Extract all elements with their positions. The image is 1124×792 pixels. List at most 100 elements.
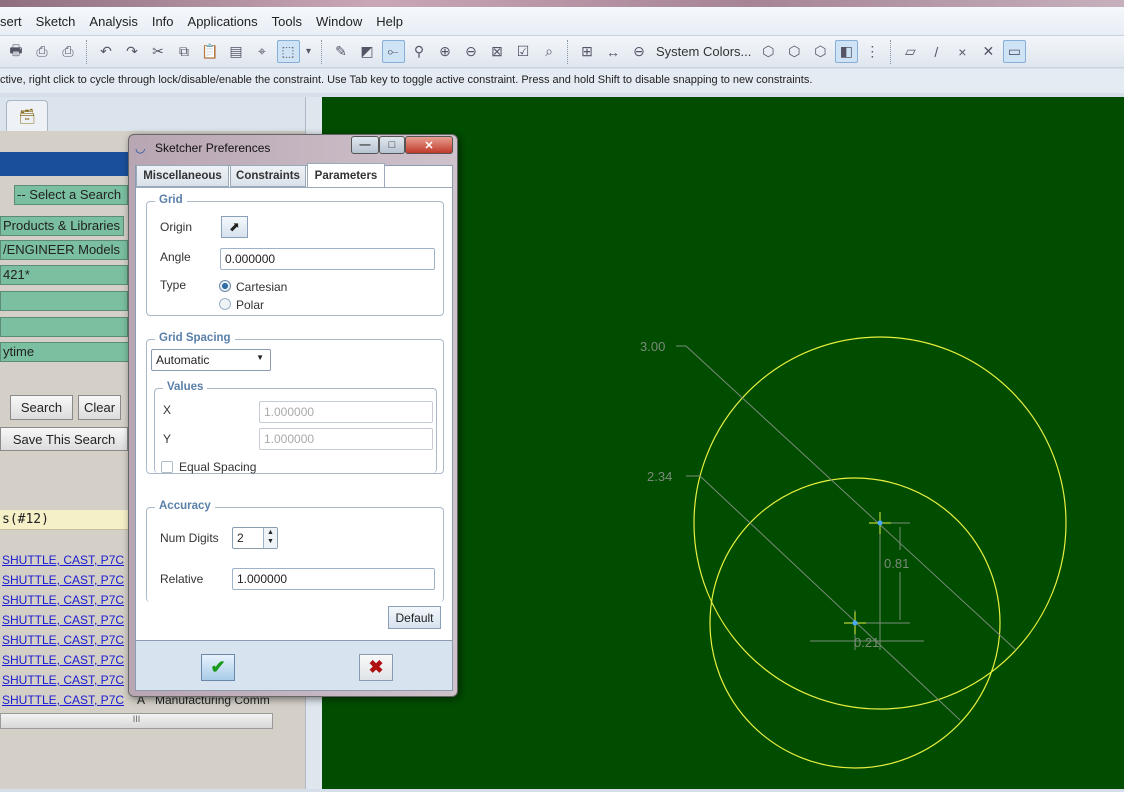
grid-spacing-select[interactable]: Automatic ▼ [151, 349, 271, 371]
cancel-button[interactable]: ✖ [359, 654, 393, 681]
csys-icon[interactable]: ✕ [977, 40, 1000, 63]
horizontal-scrollbar[interactable]: III [0, 713, 273, 729]
windows-icon[interactable]: ☑ [512, 40, 535, 63]
clear-button[interactable]: Clear [78, 395, 121, 420]
message-bar: ctive, right click to cycle through lock… [0, 69, 1124, 93]
menu-sert[interactable]: sert [0, 14, 29, 29]
spinner-arrows-icon[interactable]: ▲ ▼ [263, 528, 277, 548]
cartesian-label: Cartesian [236, 280, 288, 294]
search-field-3[interactable]: 421* [0, 265, 128, 285]
maximize-button[interactable]: □ [379, 136, 405, 154]
ok-button[interactable]: ✔ [201, 654, 235, 681]
dimension-icon[interactable]: ↔ [602, 40, 625, 63]
search-button[interactable]: Search [10, 395, 73, 420]
polar-radio[interactable] [219, 298, 231, 310]
num-digits-value: 2 [237, 531, 244, 545]
datum-axis-icon[interactable]: / [925, 40, 948, 63]
time-select[interactable]: ytime [0, 342, 130, 362]
wireframe-icon[interactable]: ⬡ [757, 40, 780, 63]
search-field-2[interactable]: /ENGINEER Models [0, 240, 128, 260]
dimension-horizontal[interactable]: 0.21 [854, 635, 879, 650]
num-digits-spinner[interactable]: 2 ▲ ▼ [232, 527, 278, 549]
diameter-dimension-line-small[interactable] [699, 475, 961, 721]
select-box-icon[interactable]: ⬚ [276, 40, 300, 63]
grid-group: Grid Origin ⬈ Angle 0.000000 Type Cartes… [146, 194, 444, 316]
zoom-in-icon[interactable]: ⊕ [434, 40, 457, 63]
tab-miscellaneous[interactable]: Miscellaneous [136, 165, 229, 187]
menu-window[interactable]: Window [309, 14, 369, 29]
datum-plane-icon[interactable]: ▱ [899, 40, 922, 63]
menu-sketch[interactable]: Sketch [29, 14, 83, 29]
relative-input[interactable]: 1.000000 [232, 568, 435, 590]
result-link[interactable]: SHUTTLE, CAST, P7C [2, 673, 124, 687]
cut-icon[interactable]: ✂ [147, 40, 170, 63]
angle-input[interactable]: 0.000000 [220, 248, 435, 270]
result-link[interactable]: SHUTTLE, CAST, P7C [2, 573, 124, 587]
print-preview-icon[interactable]: ⎙ [57, 40, 80, 63]
datum-point-icon[interactable]: × [951, 40, 974, 63]
cartesian-radio[interactable] [219, 280, 231, 292]
save-search-button[interactable]: Save This Search [0, 427, 128, 451]
zoom-window-icon[interactable]: ⌕ [538, 40, 561, 63]
search-field-4[interactable] [0, 291, 128, 311]
dimension-vertical[interactable]: 0.81 [884, 556, 909, 571]
y-spacing-input[interactable]: 1.000000 [259, 428, 433, 450]
redo-icon[interactable]: ↷ [121, 40, 144, 63]
find-constraints-icon[interactable]: ⚲ [408, 40, 431, 63]
constraint-icon[interactable]: ⟜ [381, 40, 405, 63]
tree-icon[interactable]: ⋮ [861, 40, 884, 63]
result-link[interactable]: SHUTTLE, CAST, P7C [2, 653, 124, 667]
hidden-line-icon[interactable]: ⬡ [783, 40, 806, 63]
result-link[interactable]: SHUTTLE, CAST, P7C [2, 693, 124, 707]
grid-group-title: Grid [155, 194, 187, 206]
close-button[interactable]: ✕ [405, 136, 453, 154]
type-label: Type [160, 278, 187, 292]
no-hidden-icon[interactable]: ⬡ [809, 40, 832, 63]
equal-spacing-checkbox[interactable] [161, 461, 173, 473]
menu-analysis[interactable]: Analysis [82, 14, 144, 29]
default-button[interactable]: Default [388, 606, 441, 629]
search-field-0[interactable]: -- Select a Search [14, 185, 128, 205]
refit-icon[interactable]: ⊠ [486, 40, 509, 63]
origin-pick-button[interactable]: ⬈ [221, 216, 248, 238]
system-colors-button[interactable]: System Colors... [656, 44, 751, 59]
result-link[interactable]: SHUTTLE, CAST, P7C [2, 613, 124, 627]
menu-info[interactable]: Info [145, 14, 181, 29]
paste-special-icon[interactable]: ▤ [225, 40, 248, 63]
copy-icon[interactable]: ⧉ [173, 40, 196, 63]
result-link[interactable]: SHUTTLE, CAST, P7C [2, 593, 124, 607]
result-link[interactable]: SHUTTLE, CAST, P7C [2, 633, 124, 647]
sketch-view-icon[interactable]: ◩ [356, 40, 379, 63]
zoom-out-icon[interactable]: ⊖ [460, 40, 483, 63]
cursor-arrow-icon: ⬈ [229, 219, 240, 234]
dimension-large-diameter[interactable]: 3.00 [640, 339, 665, 354]
dimension-small-diameter[interactable]: 2.34 [647, 469, 672, 484]
annotation-icon[interactable]: ▭ [1002, 40, 1026, 63]
tab-constraints[interactable]: Constraints [230, 165, 306, 187]
menu-help[interactable]: Help [369, 14, 410, 29]
undo-icon[interactable]: ↶ [95, 40, 118, 63]
tab-search-tool[interactable]: 🗃 [6, 100, 48, 131]
result-link[interactable]: SHUTTLE, CAST, P7C [2, 553, 124, 567]
sketch-setup-icon[interactable]: ✎ [330, 40, 353, 63]
find-icon[interactable]: ⌖ [251, 40, 274, 63]
dropdown-arrow-icon[interactable]: ▾ [303, 40, 315, 63]
checkmark-icon: ✔ [210, 657, 226, 677]
diameter-dimension-line-large[interactable] [685, 345, 1017, 651]
print-icon[interactable]: 🖶 [5, 40, 28, 63]
ruler-icon[interactable]: ⊖ [628, 40, 651, 63]
toolbar-separator [890, 39, 892, 64]
grid-icon[interactable]: ⊞ [576, 40, 599, 63]
tab-parameters[interactable]: Parameters [307, 163, 385, 187]
window-title-strip [0, 0, 1124, 7]
search-field-5[interactable] [0, 317, 128, 337]
attach-icon[interactable]: ⎙ [31, 40, 54, 63]
paste-icon[interactable]: 📋 [199, 40, 222, 63]
menu-tools[interactable]: Tools [265, 14, 309, 29]
shading-icon[interactable]: ◧ [834, 40, 858, 63]
search-field-1[interactable]: Products & Libraries [0, 216, 124, 236]
minimize-button[interactable]: — [351, 136, 379, 154]
values-group: Values X 1.000000 Y 1.000000 Equal Spaci… [154, 381, 437, 474]
x-spacing-input[interactable]: 1.000000 [259, 401, 433, 423]
menu-applications[interactable]: Applications [181, 14, 265, 29]
